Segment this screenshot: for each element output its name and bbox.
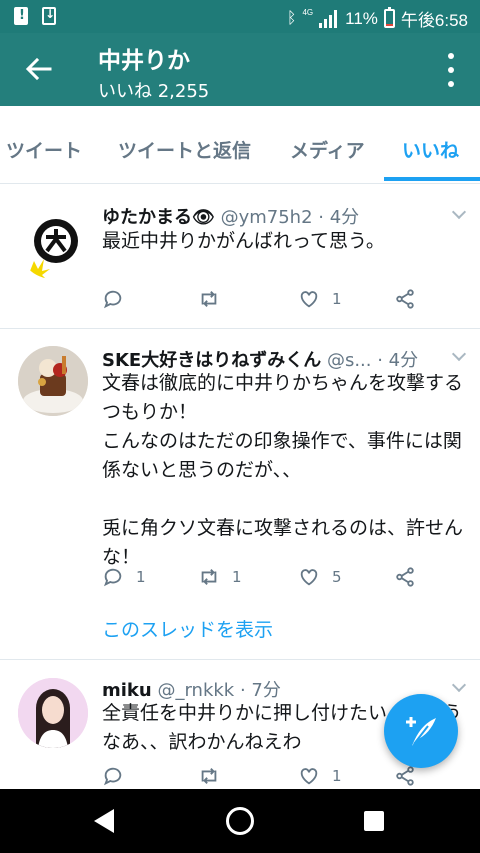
compose-tweet-button[interactable] [384, 694, 458, 768]
avatar[interactable] [18, 209, 88, 279]
retweet-count: 1 [232, 568, 242, 586]
nav-back-icon[interactable] [94, 809, 114, 833]
system-nav-bar [0, 789, 480, 853]
reply-button[interactable] [102, 765, 136, 787]
tab-tweets-and-replies[interactable]: ツイートと返信 [118, 106, 251, 184]
likes-count: いいね 2,255 [98, 81, 210, 102]
tweet-actions: 1 [102, 288, 432, 316]
tweet-item[interactable]: ゆたかまる👁 @ym75h2 · 4分 最近中井りかがんばれって思う。 1 [0, 185, 480, 329]
share-button[interactable] [394, 288, 416, 310]
retweet-icon [201, 768, 217, 784]
share-icon [396, 567, 414, 587]
tweet-time: · 4分 [318, 207, 360, 228]
retweet-button[interactable] [198, 288, 232, 310]
bluetooth-icon: ᛒ [286, 9, 297, 27]
heart-icon [300, 569, 318, 586]
like-count: 1 [332, 767, 342, 785]
app-bar: 中井りか いいね 2,255 [0, 33, 480, 106]
like-count: 5 [332, 568, 342, 586]
share-icon [396, 289, 414, 309]
author-name[interactable]: miku [102, 680, 152, 701]
battery-percent: 11% [345, 8, 378, 28]
network-type: 4G [302, 8, 314, 17]
like-button[interactable]: 1 [298, 288, 342, 310]
avatar[interactable] [18, 346, 88, 416]
heart-icon [300, 768, 318, 785]
share-button[interactable] [394, 765, 416, 787]
show-thread-link[interactable]: このスレッドを表示 [102, 615, 273, 642]
retweet-button[interactable]: 1 [198, 566, 242, 588]
tweet-item[interactable]: SKE大好きはりねずみくん @s... · 4分 文春は徹底的に中井りかちゃんを… [0, 329, 480, 660]
tweet-actions: 1 1 5 [102, 566, 432, 594]
tweet-text: 文春は徹底的に中井りかちゃんを攻撃するつもりか！ こんなのはただの印象操作で、事… [102, 372, 464, 568]
download-icon [42, 7, 56, 25]
author-handle: @s... [326, 350, 372, 371]
share-button[interactable] [394, 566, 416, 588]
reply-button[interactable]: 1 [102, 566, 146, 588]
tab-tweets[interactable]: ツイート [6, 106, 82, 184]
chevron-down-icon[interactable] [452, 207, 466, 221]
heart-icon [300, 291, 318, 308]
tab-media[interactable]: メディア [290, 106, 365, 184]
overflow-menu-icon[interactable] [446, 53, 456, 87]
compose-feather-icon [406, 717, 436, 746]
reply-count: 1 [136, 568, 146, 586]
tweet-text: 最近中井りかがんばれって思う。 [102, 230, 385, 252]
reply-icon [103, 767, 122, 786]
reply-icon [103, 568, 122, 587]
author-handle: @_rnkkk [157, 680, 235, 701]
status-bar: ᛒ 4G 11% 午後6:58 [0, 0, 480, 33]
retweet-icon [201, 569, 217, 585]
tab-likes[interactable]: いいね [402, 106, 459, 184]
like-button[interactable]: 1 [298, 765, 342, 787]
author-name[interactable]: SKE大好きはりねずみくん [102, 350, 321, 371]
alert-icon [14, 7, 28, 25]
profile-title: 中井りか [98, 48, 190, 74]
battery-icon [383, 7, 395, 28]
nav-home-icon[interactable] [226, 807, 254, 835]
active-tab-indicator [384, 177, 480, 181]
avatar[interactable] [18, 678, 88, 748]
share-icon [396, 766, 414, 786]
nav-recents-icon[interactable] [364, 811, 384, 831]
retweet-button[interactable] [198, 765, 232, 787]
clock: 午後6:58 [400, 11, 468, 30]
back-arrow-icon[interactable] [22, 53, 54, 85]
chevron-down-icon[interactable] [452, 680, 466, 694]
chevron-down-icon[interactable] [452, 349, 466, 363]
like-button[interactable]: 5 [298, 566, 342, 588]
retweet-icon [201, 291, 217, 307]
author-handle: @ym75h2 [220, 207, 313, 228]
tweet-time: · 7分 [239, 680, 281, 701]
signal-icon [319, 9, 339, 28]
profile-tabs: ツイート ツイートと返信 メディア いいね [0, 106, 480, 184]
reply-icon [103, 290, 122, 309]
like-count: 1 [332, 290, 342, 308]
tweet-time: · 4分 [377, 350, 419, 371]
author-name[interactable]: ゆたかまる👁 [102, 207, 215, 228]
reply-button[interactable] [102, 288, 136, 310]
